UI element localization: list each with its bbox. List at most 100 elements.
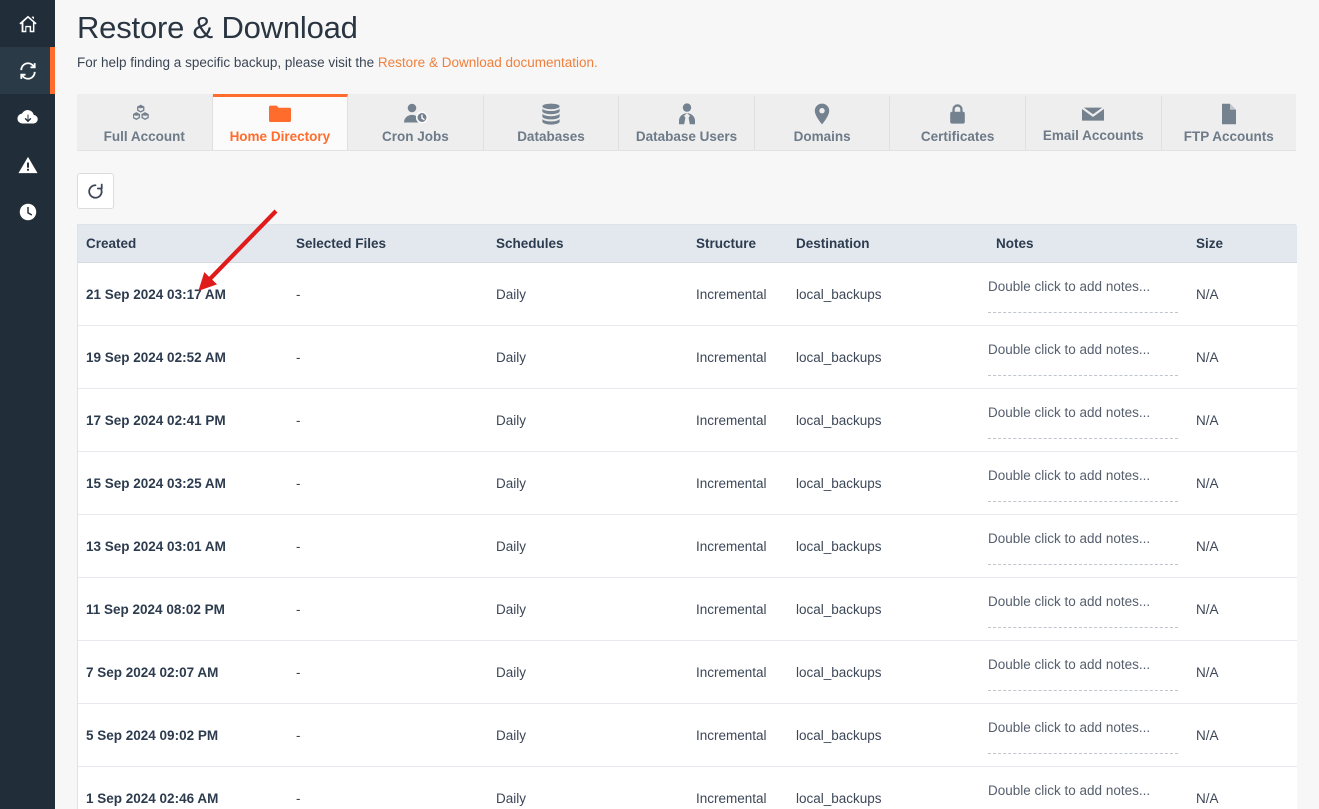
- tab-label: Databases: [517, 129, 585, 144]
- tab-home-directory[interactable]: Home Directory: [212, 94, 349, 150]
- note-placeholder[interactable]: Double click to add notes...: [988, 405, 1178, 439]
- cell-notes[interactable]: Double click to add notes...: [988, 640, 1188, 704]
- tab-full-account[interactable]: Full Account: [77, 94, 213, 150]
- app-root: Restore & Download For help finding a sp…: [0, 0, 1319, 809]
- cell-structure: Incremental: [688, 703, 788, 767]
- table-row[interactable]: 15 Sep 2024 03:25 AM - Daily Incremental loc…: [78, 451, 1297, 515]
- tab-label: Email Accounts: [1042, 127, 1144, 143]
- table-row[interactable]: 7 Sep 2024 02:07 AM - Daily Incremental loca…: [78, 640, 1297, 704]
- table-row[interactable]: 13 Sep 2024 03:01 AM - Daily Incremental loc…: [78, 514, 1297, 578]
- cell-structure: Incremental: [688, 262, 788, 326]
- cell-notes[interactable]: Double click to add notes...: [988, 766, 1188, 809]
- note-placeholder[interactable]: Double click to add notes...: [988, 657, 1178, 691]
- table-row[interactable]: 1 Sep 2024 02:46 AM - Daily Incremental loca…: [78, 766, 1297, 809]
- page-subtitle: For help finding a specific backup, plea…: [77, 54, 1299, 72]
- cell-size: N/A: [1188, 388, 1297, 452]
- cell-size: N/A: [1188, 703, 1297, 767]
- note-placeholder[interactable]: Double click to add notes...: [988, 594, 1178, 628]
- column-header-schedules[interactable]: Schedules: [488, 225, 688, 263]
- tab-domains[interactable]: Domains: [754, 94, 891, 150]
- database-icon: [541, 103, 561, 125]
- cell-size: N/A: [1188, 262, 1297, 326]
- note-placeholder[interactable]: Double click to add notes...: [988, 783, 1178, 809]
- map-marker-icon: [814, 103, 830, 124]
- cell-destination: local_backups: [788, 514, 988, 578]
- sidebar-item-download[interactable]: [0, 94, 55, 141]
- user-clock-icon: [403, 103, 428, 124]
- main-content: Restore & Download For help finding a sp…: [55, 0, 1319, 809]
- sidebar-item-alerts[interactable]: [0, 141, 55, 188]
- tab-label: Domains: [793, 129, 851, 144]
- cell-notes[interactable]: Double click to add notes...: [988, 703, 1188, 767]
- cell-created: 17 Sep 2024 02:41 PM: [78, 388, 288, 452]
- tab-database-users[interactable]: Database Users: [619, 94, 755, 150]
- home-icon: [17, 13, 39, 35]
- cell-destination: local_backups: [788, 640, 988, 704]
- cell-schedules: Daily: [488, 514, 688, 578]
- tab-email-accounts[interactable]: Email Accounts: [1025, 94, 1162, 150]
- table-row[interactable]: 19 Sep 2024 02:52 AM - Daily Incremental loc…: [78, 325, 1297, 389]
- sidebar-item-history[interactable]: [0, 188, 55, 235]
- column-header-size[interactable]: Size: [1188, 225, 1297, 263]
- cell-destination: local_backups: [788, 577, 988, 641]
- refresh-button[interactable]: [77, 173, 114, 209]
- cell-created: 21 Sep 2024 03:17 AM: [78, 262, 288, 326]
- cell-schedules: Daily: [488, 451, 688, 515]
- cell-created: 5 Sep 2024 09:02 PM: [78, 703, 288, 767]
- tab-certificates[interactable]: Certificates: [890, 94, 1026, 150]
- envelope-icon: [1081, 105, 1105, 123]
- cell-notes[interactable]: Double click to add notes...: [988, 262, 1188, 326]
- note-placeholder[interactable]: Double click to add notes...: [988, 531, 1178, 565]
- tab-label: Database Users: [635, 129, 738, 144]
- sidebar-item-home[interactable]: [0, 0, 55, 47]
- tab-cron-jobs[interactable]: Cron Jobs: [348, 94, 484, 150]
- note-placeholder[interactable]: Double click to add notes...: [988, 720, 1178, 754]
- column-header-structure[interactable]: Structure: [688, 225, 788, 263]
- tab-label: Cron Jobs: [382, 129, 449, 144]
- table-row[interactable]: 17 Sep 2024 02:41 PM - Daily Incremental loc…: [78, 388, 1297, 452]
- column-header-selected-files[interactable]: Selected Files: [288, 225, 488, 263]
- sync-icon: [17, 60, 39, 82]
- tab-ftp-accounts[interactable]: FTP Accounts: [1161, 94, 1297, 150]
- cell-destination: local_backups: [788, 451, 988, 515]
- cell-files: -: [288, 388, 488, 452]
- cell-notes[interactable]: Double click to add notes...: [988, 325, 1188, 389]
- cell-notes[interactable]: Double click to add notes...: [988, 388, 1188, 452]
- cloud-download-icon: [16, 106, 39, 129]
- cell-destination: local_backups: [788, 262, 988, 326]
- cell-schedules: Daily: [488, 703, 688, 767]
- cell-destination: local_backups: [788, 703, 988, 767]
- sidebar-item-restore[interactable]: [0, 47, 55, 94]
- cell-size: N/A: [1188, 766, 1297, 809]
- cell-size: N/A: [1188, 514, 1297, 578]
- documentation-link[interactable]: Restore & Download documentation.: [378, 55, 598, 70]
- column-header-created[interactable]: Created: [78, 225, 288, 263]
- table-row[interactable]: 21 Sep 2024 03:17 AM - Daily Incremental loc…: [78, 262, 1297, 326]
- table-row[interactable]: 11 Sep 2024 08:02 PM - Daily Incremental loc…: [78, 577, 1297, 641]
- table-row[interactable]: 5 Sep 2024 09:02 PM - Daily Incremental loca…: [78, 703, 1297, 767]
- note-placeholder[interactable]: Double click to add notes...: [988, 468, 1178, 502]
- note-placeholder[interactable]: Double click to add notes...: [988, 342, 1178, 376]
- cell-structure: Incremental: [688, 640, 788, 704]
- cell-structure: Incremental: [688, 325, 788, 389]
- cell-created: 15 Sep 2024 03:25 AM: [78, 451, 288, 515]
- column-header-notes[interactable]: Notes: [988, 225, 1188, 263]
- cell-created: 19 Sep 2024 02:52 AM: [78, 325, 288, 389]
- cell-structure: Incremental: [688, 514, 788, 578]
- cell-files: -: [288, 514, 488, 578]
- cell-files: -: [288, 577, 488, 641]
- cell-schedules: Daily: [488, 325, 688, 389]
- clock-icon: [17, 201, 39, 223]
- backups-table-container: Created Selected Files Schedules Structu…: [77, 224, 1297, 809]
- cell-structure: Incremental: [688, 451, 788, 515]
- backups-table: Created Selected Files Schedules Structu…: [78, 225, 1297, 809]
- tab-databases[interactable]: Databases: [483, 94, 620, 150]
- cell-notes[interactable]: Double click to add notes...: [988, 451, 1188, 515]
- column-header-destination[interactable]: Destination: [788, 225, 988, 263]
- note-placeholder[interactable]: Double click to add notes...: [988, 279, 1178, 313]
- cell-schedules: Daily: [488, 766, 688, 809]
- page-subtitle-text: For help finding a specific backup, plea…: [77, 55, 378, 70]
- cell-files: -: [288, 262, 488, 326]
- cell-notes[interactable]: Double click to add notes...: [988, 577, 1188, 641]
- cell-notes[interactable]: Double click to add notes...: [988, 514, 1188, 578]
